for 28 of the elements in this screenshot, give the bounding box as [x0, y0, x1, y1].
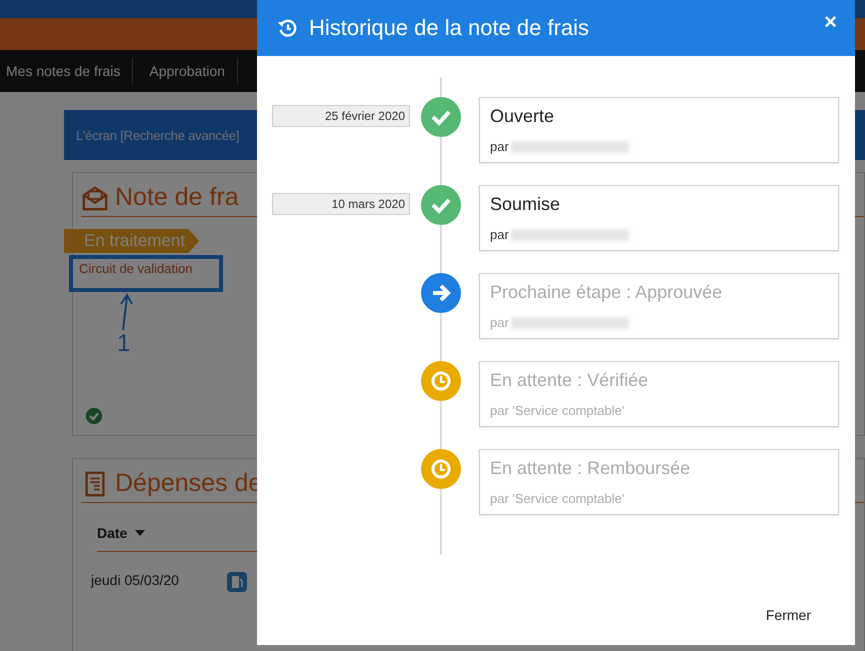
history-icon — [277, 17, 299, 39]
annotation-number: 1 — [117, 332, 132, 356]
step-author: par 'Service comptable' — [490, 491, 624, 506]
date-label: 25 février 2020 — [272, 105, 410, 127]
close-button[interactable]: Fermer — [758, 603, 819, 627]
status-tag: En traitement — [64, 229, 200, 253]
caret-icon — [135, 530, 146, 536]
step-title: Ouverte — [490, 106, 556, 127]
validation-link[interactable]: Circuit de validation — [69, 255, 223, 292]
check-icon — [85, 407, 103, 425]
nav-link[interactable]: Approbation — [143, 58, 238, 84]
step-title: Prochaine étape : Approuvée — [490, 282, 724, 303]
dialog-title: Historique de la note de frais — [309, 15, 590, 41]
step-author: par 'Service comptable' — [490, 403, 624, 418]
step-title: Soumise — [490, 194, 562, 215]
step-title: En attente : Remboursée — [490, 458, 692, 479]
close-button[interactable]: × — [820, 9, 841, 35]
date-label: 10 mars 2020 — [272, 193, 410, 215]
table-cell: jeudi 05/03/20 — [91, 572, 179, 588]
step-title: En attente : Vérifiée — [490, 370, 650, 391]
date-column-header[interactable]: Date — [97, 525, 128, 541]
step-author: par — [490, 315, 509, 330]
step-author: par — [490, 227, 509, 242]
envelope-icon — [81, 184, 109, 212]
nav-link[interactable]: Mes notes de frais — [0, 58, 134, 84]
banner-text: L'écran [Recherche avancée] — [76, 128, 240, 142]
panel-title: Note de fra — [115, 183, 239, 212]
step-author: par — [490, 139, 509, 154]
